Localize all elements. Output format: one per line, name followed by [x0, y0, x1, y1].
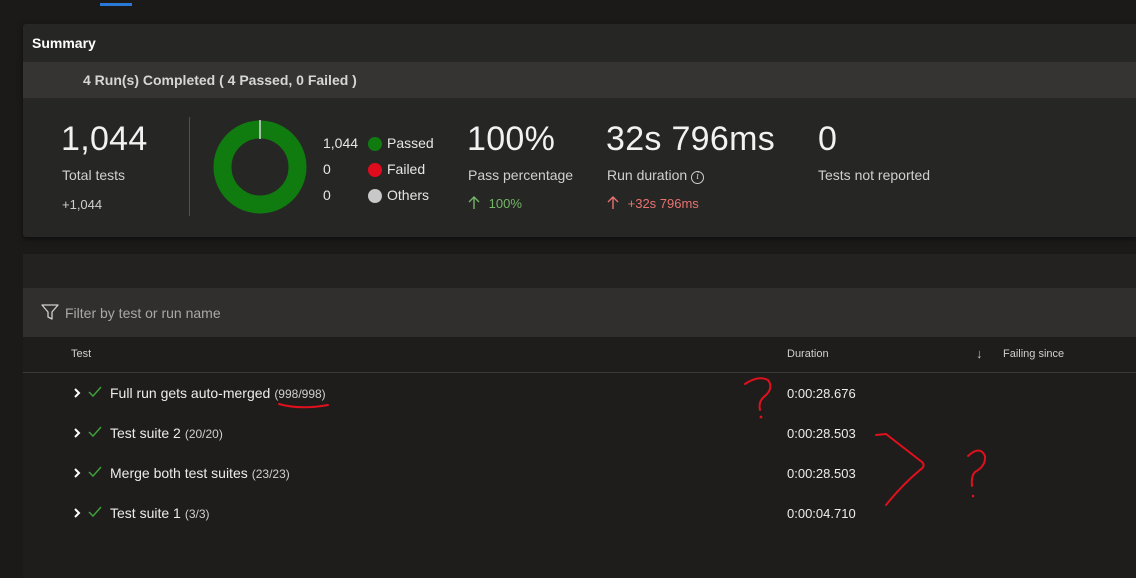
total-tests-label: Total tests	[62, 167, 126, 183]
section-header-band	[23, 254, 1136, 288]
row-name: Full run gets auto-merged	[110, 385, 271, 401]
table-row[interactable]: Merge both test suites (23/23) 0:00:28.50…	[23, 454, 1136, 494]
filter-funnel-icon[interactable]	[41, 304, 59, 320]
donut-passed-ring	[213, 120, 307, 214]
column-header-test[interactable]: Test	[71, 348, 91, 360]
row-name-wrap: Test suite 1 (3/3)	[110, 505, 210, 521]
test-results-page: Summary 4 Run(s) Completed ( 4 Passed, 0…	[0, 0, 1136, 578]
total-tests-delta: +1,044	[62, 197, 103, 212]
pass-percentage-label: Pass percentage	[468, 167, 574, 183]
runs-completed-bar: 4 Run(s) Completed ( 4 Passed, 0 Failed …	[23, 62, 1136, 98]
table-row[interactable]: Test suite 1 (3/3) 0:00:04.710	[23, 494, 1136, 534]
row-name: Merge both test suites	[110, 465, 248, 481]
chevron-right-icon[interactable]	[71, 386, 83, 400]
legend-others-count: 0	[323, 187, 331, 203]
row-name-wrap: Merge both test suites (23/23)	[110, 465, 290, 481]
run-duration-delta-text: +32s 796ms	[627, 196, 699, 211]
not-reported-label: Tests not reported	[818, 167, 931, 183]
passed-dot-icon	[368, 137, 382, 151]
pass-percentage-value: 100%	[467, 120, 556, 158]
summary-card: Summary 4 Run(s) Completed ( 4 Passed, 0…	[23, 24, 1136, 237]
chevron-right-icon[interactable]	[71, 466, 83, 480]
row-duration: 0:00:28.676	[787, 386, 856, 401]
row-count: (23/23)	[251, 467, 290, 481]
column-header-failing-since[interactable]: Failing since	[1003, 348, 1064, 360]
filter-input[interactable]	[63, 300, 563, 326]
pass-percentage-delta-text: 100%	[488, 196, 522, 211]
checkmark-icon	[88, 506, 102, 518]
arrow-up-icon	[607, 196, 619, 209]
active-tab-indicator	[100, 3, 132, 6]
arrow-up-icon	[468, 196, 480, 209]
failed-dot-icon	[368, 163, 382, 177]
legend-passed-count: 1,044	[323, 135, 359, 151]
checkmark-icon	[88, 426, 102, 438]
pass-percentage-delta: 100%	[468, 196, 522, 211]
row-duration: 0:00:04.710	[787, 506, 856, 521]
row-duration: 0:00:28.503	[787, 466, 856, 481]
run-duration-delta: +32s 796ms	[607, 196, 699, 211]
row-name-wrap: Full run gets auto-merged (998/998)	[110, 385, 326, 401]
summary-divider	[189, 117, 190, 216]
checkmark-icon	[88, 466, 102, 478]
run-duration-label-wrap: Run duration i	[607, 167, 705, 184]
checkmark-icon	[88, 386, 102, 398]
row-name: Test suite 2	[110, 425, 181, 441]
filter-bar	[23, 288, 1136, 337]
summary-title: Summary	[32, 35, 96, 51]
run-duration-label: Run duration	[607, 167, 688, 183]
runs-completed-text: 4 Run(s) Completed ( 4 Passed, 0 Failed …	[83, 72, 357, 88]
column-header-duration[interactable]: Duration	[787, 348, 829, 360]
outcome-donut-chart	[213, 120, 307, 214]
table-row[interactable]: Test suite 2 (20/20) 0:00:28.503	[23, 414, 1136, 454]
total-tests-value: 1,044	[61, 120, 148, 158]
legend-failed-count: 0	[323, 161, 331, 177]
row-count: (20/20)	[184, 427, 223, 441]
arrow-down-icon[interactable]: ↓	[976, 346, 983, 361]
table-row[interactable]: Full run gets auto-merged (998/998) 0:00:…	[23, 374, 1136, 414]
row-name-wrap: Test suite 2 (20/20)	[110, 425, 223, 441]
legend-passed-label: Passed	[387, 135, 434, 151]
legend-others-label: Others	[387, 187, 430, 203]
legend-failed-label: Failed	[387, 161, 426, 177]
row-count: (3/3)	[184, 507, 210, 521]
chevron-right-icon[interactable]	[71, 426, 83, 440]
row-name: Test suite 1	[110, 505, 181, 521]
not-reported-value: 0	[818, 120, 838, 158]
others-dot-icon	[368, 189, 382, 203]
header-divider	[23, 372, 1136, 373]
test-results-table: Test Duration ↓ Failing since Full run g…	[23, 337, 1136, 578]
chevron-right-icon[interactable]	[71, 506, 83, 520]
row-count: (998/998)	[274, 387, 326, 401]
run-duration-value: 32s 796ms	[606, 120, 776, 158]
info-icon[interactable]: i	[691, 171, 705, 184]
row-duration: 0:00:28.503	[787, 426, 856, 441]
